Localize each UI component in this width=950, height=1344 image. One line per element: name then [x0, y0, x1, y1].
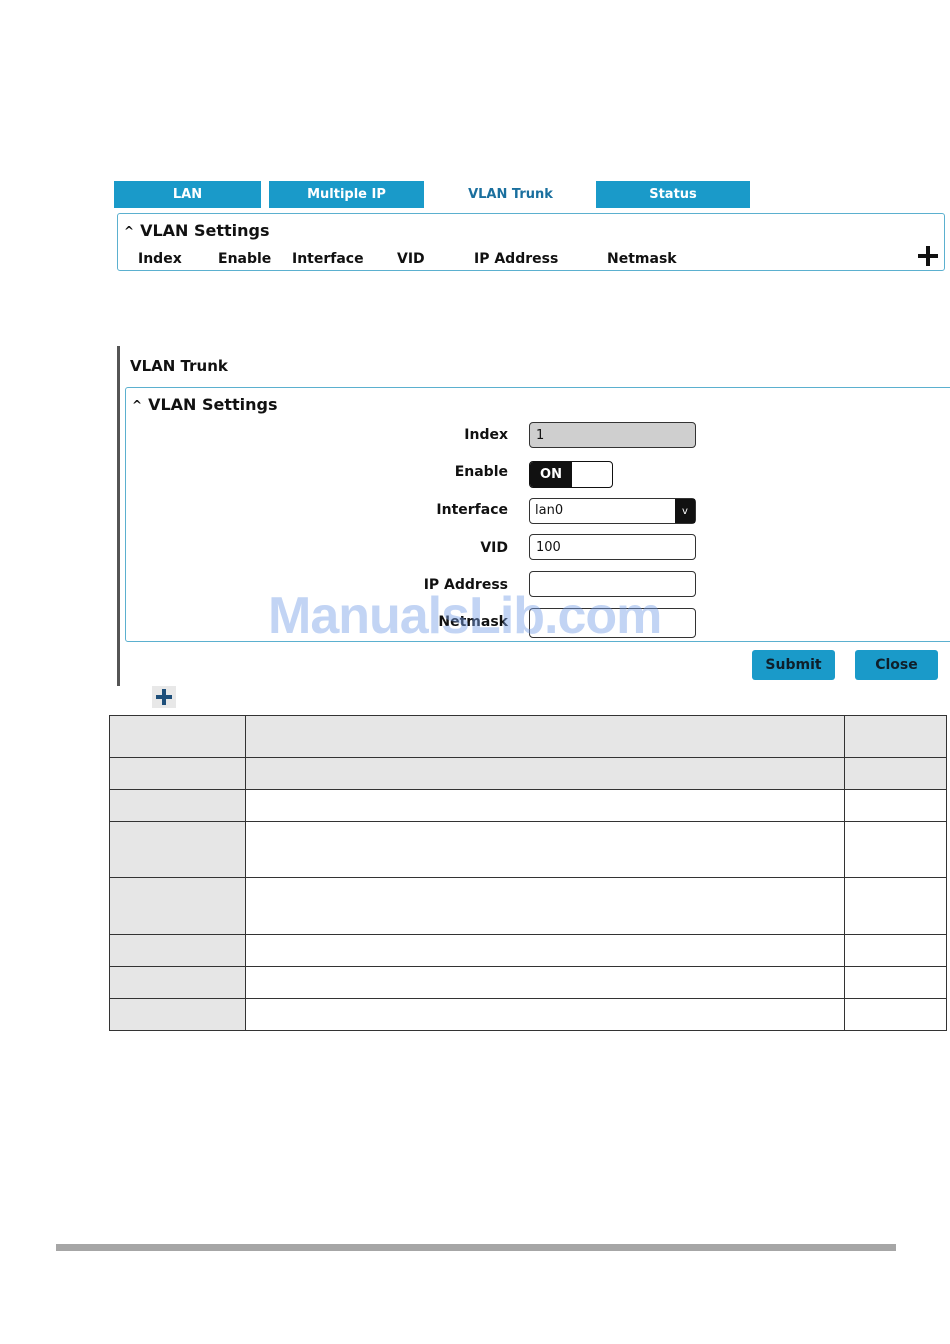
dialog-title: VLAN Trunk [130, 357, 228, 375]
collapse-caret-icon[interactable]: ^ [132, 398, 142, 412]
table-subheader-cell [844, 757, 947, 790]
col-enable: Enable [218, 251, 272, 267]
footer-rule [56, 1244, 896, 1251]
section-title: VLAN Settings [148, 395, 278, 414]
table-subheader-cell [109, 757, 246, 790]
chevron-down-icon[interactable]: v [675, 499, 695, 523]
tab-multiple-ip[interactable]: Multiple IP [269, 181, 424, 208]
table-header-cell [245, 715, 845, 758]
add-icon[interactable] [152, 686, 176, 708]
collapse-caret-icon[interactable]: ^ [124, 224, 134, 238]
section-title: VLAN Settings [140, 221, 270, 240]
vlan-list-panel: ^ VLAN Settings Index Enable Interface V… [117, 213, 945, 271]
ip-address-label: IP Address [423, 577, 508, 593]
table-header-cell [109, 715, 246, 758]
interface-label: Interface [436, 502, 508, 518]
vid-field[interactable] [529, 534, 696, 560]
table-row [109, 966, 947, 999]
tab-lan[interactable]: LAN [114, 181, 261, 208]
table-row [109, 877, 947, 935]
interface-value: lan0 [535, 503, 564, 518]
index-field [529, 422, 696, 448]
table-row [109, 998, 947, 1031]
vlan-settings-header[interactable]: ^ VLAN Settings [124, 221, 270, 240]
toggle-on-label: ON [530, 462, 572, 487]
col-vid: VID [397, 251, 425, 267]
dialog-left-border [117, 346, 120, 686]
table-row [109, 934, 947, 967]
parameter-table [109, 715, 947, 1031]
vid-label: VID [480, 540, 508, 556]
vlan-settings-header[interactable]: ^ VLAN Settings [132, 395, 278, 414]
col-ip-address: IP Address [474, 251, 559, 267]
col-netmask: Netmask [607, 251, 677, 267]
submit-button[interactable]: Submit [752, 650, 835, 680]
index-label: Index [464, 427, 508, 443]
add-icon[interactable] [918, 246, 938, 266]
col-index: Index [138, 251, 182, 267]
table-header-cell [844, 715, 947, 758]
close-button[interactable]: Close [855, 650, 938, 680]
table-row [109, 821, 947, 878]
interface-select[interactable]: lan0 v [529, 498, 696, 524]
netmask-label: Netmask [438, 614, 508, 630]
netmask-field[interactable] [529, 608, 696, 638]
enable-toggle[interactable]: ON [529, 461, 613, 488]
table-subheader-cell [245, 757, 845, 790]
ip-address-field[interactable] [529, 571, 696, 597]
tab-status[interactable]: Status [596, 181, 750, 208]
enable-label: Enable [454, 464, 508, 480]
table-row [109, 789, 947, 822]
tab-vlan-trunk[interactable]: VLAN Trunk [433, 181, 588, 208]
col-interface: Interface [292, 251, 364, 267]
